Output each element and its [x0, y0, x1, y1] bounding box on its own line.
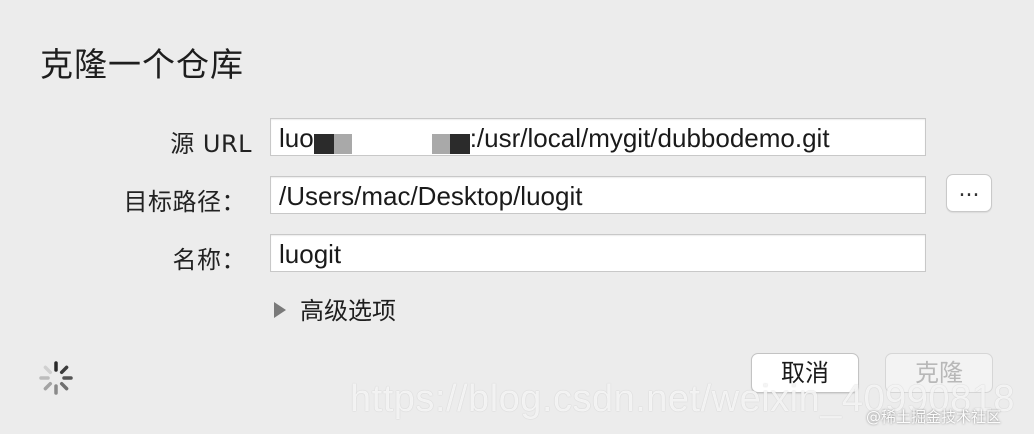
redacted-host — [313, 128, 470, 155]
name-input[interactable]: luogit — [270, 234, 926, 272]
clone-repository-dialog: 克隆一个仓库 源 URL luo :/usr/local/mygit/dubbod… — [0, 0, 1034, 434]
dialog-title: 克隆一个仓库 — [40, 45, 244, 84]
source-url-label: 源 URL — [170, 130, 252, 158]
source-url-input[interactable]: luo :/usr/local/mygit/dubbodemo.git — [270, 118, 926, 156]
target-path-label: 目标路径： — [123, 188, 246, 216]
source-url-suffix: :/usr/local/mygit/dubbodemo.git — [469, 123, 830, 153]
disclosure-triangle-icon — [274, 302, 286, 318]
source-url-prefix: luo — [279, 123, 314, 153]
target-path-input[interactable]: /Users/mac/Desktop/luogit — [270, 176, 926, 214]
name-label: 名称： — [172, 246, 246, 274]
loading-spinner-icon — [39, 361, 73, 395]
watermark-site: @稀土掘金技术社区 — [866, 408, 1002, 426]
advanced-options-label: 高级选项 — [300, 296, 396, 325]
browse-button[interactable]: ... — [946, 174, 992, 212]
advanced-options-toggle[interactable]: 高级选项 — [274, 292, 396, 325]
